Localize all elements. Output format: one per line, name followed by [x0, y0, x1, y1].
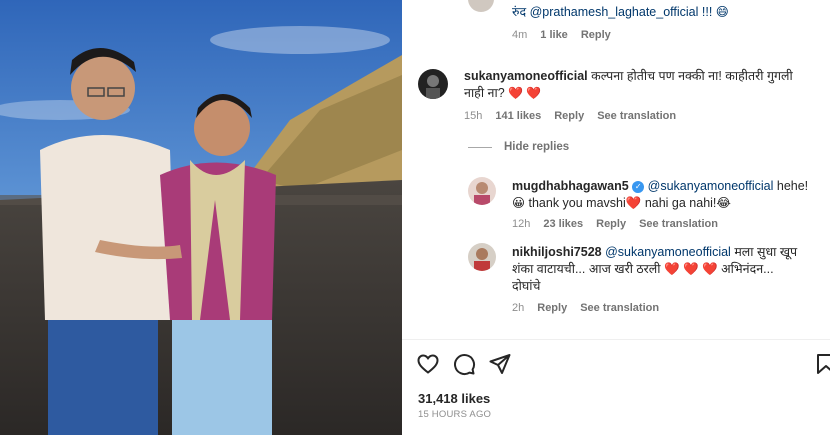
comment-time: 2h: [512, 302, 525, 314]
comment-username[interactable]: mugdhabhagawan5: [512, 179, 629, 193]
reply-text-line2: 😀 thank you mavshi❤️ nahi ga nahi!😂: [512, 196, 732, 210]
reply-button[interactable]: Reply: [554, 110, 584, 122]
post-actions: [416, 352, 512, 376]
reply-button[interactable]: Reply: [596, 218, 626, 230]
bookmark-icon[interactable]: [814, 352, 830, 381]
comment-username[interactable]: sukanyamoneofficial: [464, 69, 588, 83]
see-translation-button[interactable]: See translation: [597, 110, 676, 122]
hide-replies-button[interactable]: Hide replies: [468, 141, 569, 153]
partial-comment-meta: 4m 1 like Reply: [512, 29, 611, 41]
comment-username[interactable]: nikhiljoshi7528: [512, 245, 602, 259]
section-divider: [402, 339, 830, 340]
hide-replies-label: Hide replies: [504, 141, 570, 153]
comment-likes[interactable]: 1 like: [540, 29, 568, 41]
reply-text-line1: hehe!: [776, 179, 809, 193]
mention-link[interactable]: @sukanyamoneofficial: [605, 245, 731, 259]
reply-meta: 12h 23 likes Reply See translation: [512, 218, 718, 230]
comment-time: 15h: [464, 110, 483, 122]
see-translation-button[interactable]: See translation: [580, 302, 659, 314]
post-likes-count[interactable]: 31,418 likes: [418, 391, 490, 406]
commenter-avatar[interactable]: [468, 177, 496, 205]
reply-text-line1: मला सुधा खूप: [734, 245, 798, 259]
reply-body: mugdhabhagawan5 ✓ @sukanyamoneofficial h…: [512, 178, 820, 212]
heart-outline-icon[interactable]: [416, 352, 440, 376]
post-photo[interactable]: [0, 0, 402, 435]
reply-button[interactable]: Reply: [537, 302, 567, 314]
comment-likes[interactable]: 23 likes: [543, 218, 583, 230]
comment-body: sukanyamoneofficial कल्पना होतीच पण नक्क…: [464, 68, 814, 102]
commenter-avatar[interactable]: [468, 243, 496, 271]
paper-plane-icon[interactable]: [488, 352, 512, 376]
commenter-avatar[interactable]: [468, 0, 494, 12]
verified-badge-icon: ✓: [632, 180, 645, 193]
partial-comment-text: रुंद @prathamesh_laghate_official !!! 😄: [512, 5, 729, 19]
mention-link[interactable]: @sukanyamoneofficial: [648, 179, 774, 193]
comment-time: 12h: [512, 218, 531, 230]
comment-meta: 15h 141 likes Reply See translation: [464, 110, 676, 122]
reply-button[interactable]: Reply: [581, 29, 611, 41]
reply-text-line3: दोघांचे: [512, 279, 541, 293]
commenter-avatar[interactable]: [418, 69, 448, 99]
divider-line: [468, 146, 492, 148]
post-photo-illustration: [0, 0, 402, 435]
heart-emojis: ❤️ ❤️: [508, 86, 542, 100]
comments-panel: रुंद @prathamesh_laghate_official !!! 😄 …: [402, 0, 830, 435]
comment-likes[interactable]: 141 likes: [495, 110, 541, 122]
reply-body: nikhiljoshi7528 @sukanyamoneofficial मला…: [512, 244, 820, 295]
comment-bubble-icon[interactable]: [452, 352, 476, 376]
see-translation-button[interactable]: See translation: [639, 218, 718, 230]
reply-text-line2: शंका वाटायची... आज खरी ठरली ❤️ ❤️ ❤️ अभि…: [512, 262, 774, 276]
post-time-ago: 15 HOURS AGO: [418, 409, 492, 420]
reply-meta: 2h Reply See translation: [512, 302, 659, 314]
comment-time: 4m: [512, 29, 528, 41]
